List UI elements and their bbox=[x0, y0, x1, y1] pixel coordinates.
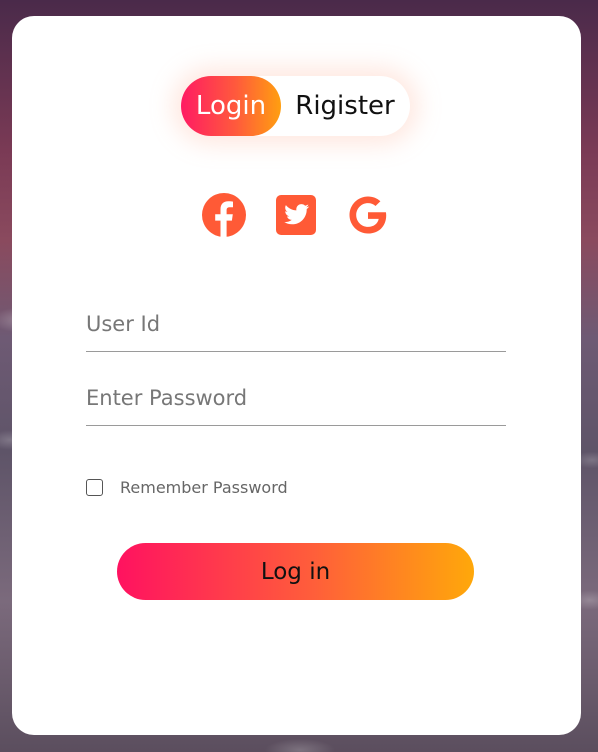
user-id-input[interactable] bbox=[86, 302, 506, 352]
login-submit-button[interactable]: Log in bbox=[117, 543, 474, 600]
facebook-icon[interactable] bbox=[201, 192, 247, 238]
password-input[interactable] bbox=[86, 376, 506, 426]
remember-password-checkbox[interactable] bbox=[86, 479, 103, 496]
remember-password-row: Remember Password bbox=[86, 478, 346, 498]
tab-login[interactable]: Login bbox=[181, 76, 281, 136]
social-login-row bbox=[12, 192, 581, 238]
login-card: Login Rigister Remember Password bbox=[12, 16, 581, 735]
remember-password-label: Remember Password bbox=[120, 478, 288, 497]
google-icon[interactable] bbox=[345, 192, 391, 238]
tab-register[interactable]: Rigister bbox=[285, 76, 405, 136]
twitter-icon[interactable] bbox=[273, 192, 319, 238]
auth-toggle: Login Rigister bbox=[181, 76, 410, 136]
